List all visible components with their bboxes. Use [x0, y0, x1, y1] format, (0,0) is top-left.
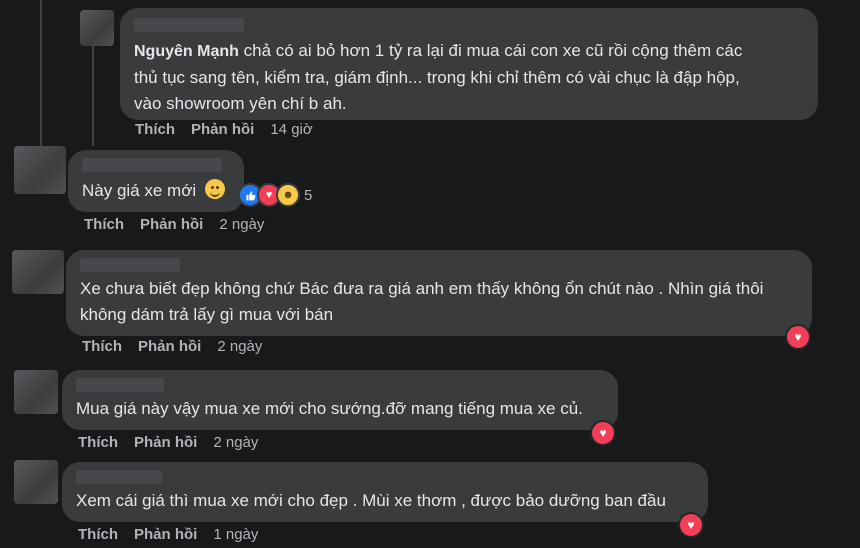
haha-icon: ☻ [276, 183, 300, 207]
reply-button[interactable]: Phản hồi [191, 121, 254, 138]
comment-text: Mua giá này vậy mua xe mới cho sướng.đỡ … [76, 399, 583, 418]
like-button[interactable]: Thích [84, 216, 124, 233]
comment-text: Nguyên Mạnh chả có ai bỏ hơn 1 tỷ ra lại… [134, 41, 743, 113]
comment-bubble: Mua giá này vậy mua xe mới cho sướng.đỡ … [62, 370, 618, 430]
avatar[interactable] [14, 460, 58, 504]
thread-connector [40, 0, 42, 150]
reply-button[interactable]: Phản hồi [140, 216, 203, 233]
thread-connector [92, 46, 94, 146]
love-reaction-icon[interactable]: ♥ [678, 512, 704, 538]
avatar[interactable] [14, 370, 58, 414]
like-button[interactable]: Thích [135, 121, 175, 138]
comment-text: Này giá xe mới [82, 178, 230, 204]
author-name-redacted [134, 18, 244, 32]
comment-actions: Thích Phản hồi 14 giờ [135, 121, 313, 138]
author-name-redacted [76, 378, 164, 392]
comment-text: Xe chưa biết đẹp không chứ Bác đưa ra gi… [80, 279, 764, 324]
comment-timestamp[interactable]: 2 ngày [219, 216, 264, 233]
reply-button[interactable]: Phản hồi [138, 338, 201, 355]
comment-timestamp[interactable]: 2 ngày [213, 434, 258, 451]
comment-author[interactable]: Nguyên Mạnh [134, 43, 239, 60]
love-reaction-icon[interactable]: ♥ [590, 420, 616, 446]
author-name-redacted [76, 470, 162, 484]
comment-thread: Nguyên Mạnh chả có ai bỏ hơn 1 tỷ ra lại… [0, 0, 860, 548]
avatar[interactable] [12, 250, 64, 294]
comment-timestamp[interactable]: 14 giờ [270, 121, 312, 138]
grin-sweat-emoji-icon [204, 179, 225, 199]
comment-bubble: Xem cái giá thì mua xe mới cho đẹp . Mùi… [62, 462, 708, 522]
avatar[interactable] [14, 146, 66, 194]
comment-timestamp[interactable]: 1 ngày [213, 526, 258, 543]
reply-button[interactable]: Phản hồi [134, 434, 197, 451]
author-name-redacted [82, 158, 222, 172]
like-button[interactable]: Thích [82, 338, 122, 355]
comment-actions: Thích Phản hồi 2 ngày [84, 216, 264, 233]
reply-button[interactable]: Phản hồi [134, 526, 197, 543]
comment-actions: Thích Phản hồi 2 ngày [82, 338, 262, 355]
comment-bubble: Này giá xe mới [68, 150, 244, 212]
comment-bubble: Xe chưa biết đẹp không chứ Bác đưa ra gi… [66, 250, 812, 336]
comment-actions: Thích Phản hồi 2 ngày [78, 434, 258, 451]
love-reaction-icon[interactable]: ♥ [785, 324, 811, 350]
comment-bubble: Nguyên Mạnh chả có ai bỏ hơn 1 tỷ ra lại… [120, 8, 818, 120]
like-button[interactable]: Thích [78, 434, 118, 451]
comment-text: Xem cái giá thì mua xe mới cho đẹp . Mùi… [76, 491, 666, 510]
avatar[interactable] [80, 10, 114, 46]
reaction-summary[interactable]: ♥ ☻ 5 [238, 183, 312, 207]
like-button[interactable]: Thích [78, 526, 118, 543]
reaction-count: 5 [304, 186, 313, 204]
comment-actions: Thích Phản hồi 1 ngày [78, 526, 258, 543]
author-name-redacted [80, 258, 180, 272]
comment-timestamp[interactable]: 2 ngày [217, 338, 262, 355]
